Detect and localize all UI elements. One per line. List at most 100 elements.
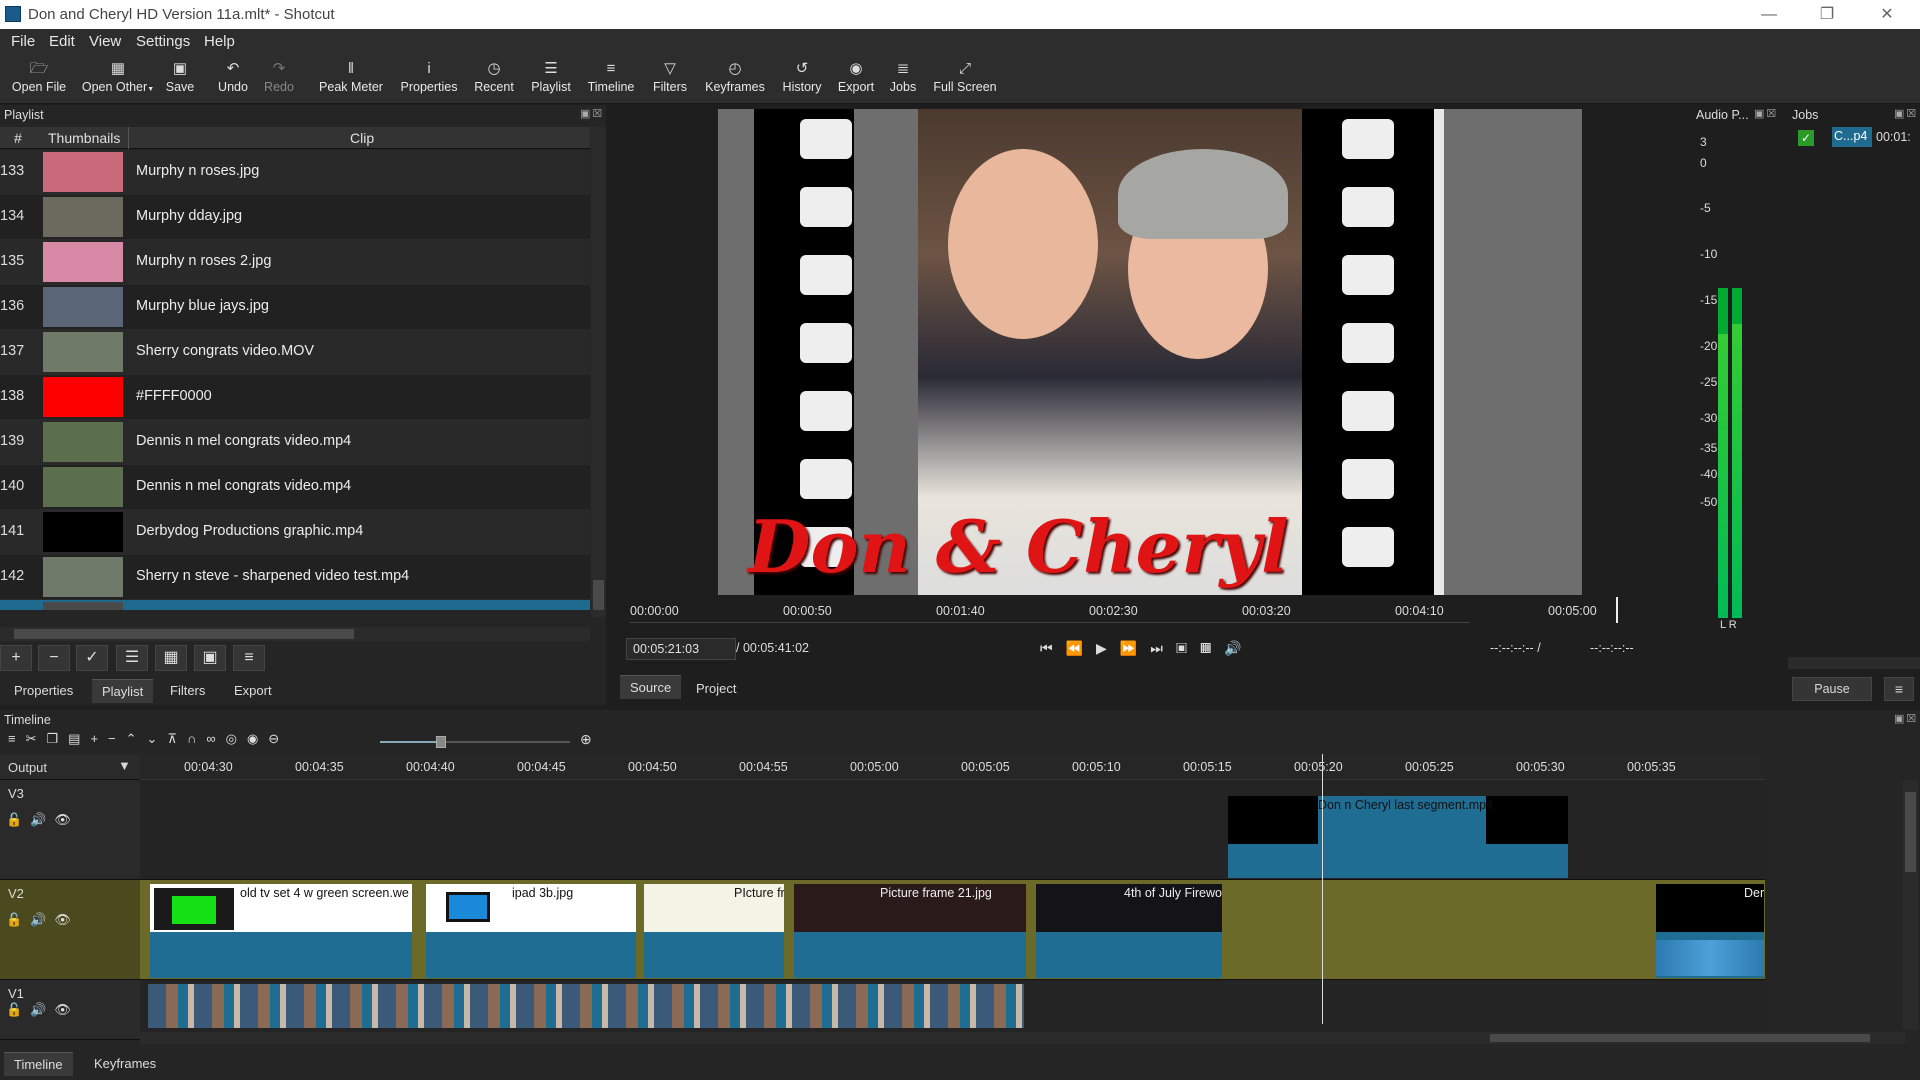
column-clip[interactable]: Clip — [350, 130, 374, 146]
eye-icon[interactable]: 👁 — [54, 912, 79, 927]
playlist-vertical-scrollbar[interactable] — [591, 127, 606, 617]
tab-playlist[interactable]: Playlist — [92, 679, 154, 703]
tab-timeline[interactable]: Timeline — [4, 1052, 73, 1076]
tab-source[interactable]: Source — [620, 675, 682, 699]
timeline-playhead[interactable] — [1322, 754, 1323, 1024]
ripple-icon[interactable]: ◎ — [226, 731, 247, 746]
skip-previous-icon[interactable]: ⏮ — [1040, 640, 1066, 656]
close-button[interactable]: ✕ — [1864, 3, 1910, 27]
lift-icon[interactable]: ⌃ — [126, 731, 147, 746]
zoom-out-icon[interactable]: ⊖ — [268, 731, 289, 746]
tiles-view-icon[interactable]: ▦ — [155, 645, 187, 671]
timeline-button[interactable]: ≡ Timeline — [586, 58, 636, 94]
append-icon[interactable]: + — [90, 731, 108, 746]
viewer-ruler[interactable]: 00:00:00 00:00:50 00:01:40 00:02:30 00:03:20… — [630, 597, 1618, 623]
paste-icon[interactable]: ▤ — [68, 731, 90, 746]
export-button[interactable]: ◉ Export — [836, 58, 876, 94]
zoom-slider[interactable] — [380, 736, 570, 748]
playlist-row[interactable]: 135 Murphy n roses 2.jpg — [0, 240, 590, 285]
history-button[interactable]: ↺ History — [780, 58, 824, 94]
open-other-button[interactable]: ▦ Open Other▼ — [81, 58, 155, 94]
redo-button[interactable]: ↷ Redo — [262, 58, 296, 94]
copy-icon[interactable]: ❐ — [47, 731, 69, 746]
v1-clip-thumbnail-strip[interactable] — [148, 984, 1024, 1028]
lock-icon[interactable]: 🔓 — [6, 1002, 30, 1017]
rewind-icon[interactable]: ⏪ — [1066, 640, 1096, 656]
grid-icon[interactable]: ▦ — [1200, 640, 1224, 656]
menu-view[interactable]: View — [89, 29, 121, 50]
playlist-row[interactable]: 139 Dennis n mel congrats video.mp4 — [0, 420, 590, 465]
tab-properties[interactable]: Properties — [4, 679, 83, 702]
fast-forward-icon[interactable]: ⏩ — [1120, 640, 1150, 656]
keyframes-button[interactable]: ◴ Keyframes — [704, 58, 766, 94]
cut-icon[interactable]: ✂ — [26, 731, 47, 746]
timeline-clip[interactable]: 4th of July Firewo — [1036, 884, 1222, 978]
video-preview[interactable]: Don & Cheryl — [718, 109, 1582, 595]
undo-button[interactable]: ↶ Undo — [216, 58, 250, 94]
playlist-row[interactable]: 140 Dennis n mel congrats video.mp4 — [0, 465, 590, 510]
panel-float-close-icons[interactable]: ▣☒ — [580, 107, 604, 120]
timeline-menu-icon[interactable]: ≡ — [8, 731, 26, 746]
timeline-clip[interactable]: PIcture fr — [644, 884, 784, 978]
jobs-menu-icon[interactable]: ≡ — [1884, 677, 1914, 701]
overwrite-icon[interactable]: ⌄ — [147, 731, 168, 746]
lock-icon[interactable]: 🔓 — [6, 912, 30, 927]
column-thumbnails[interactable]: Thumbnails — [48, 130, 120, 146]
menu-icon[interactable]: ≡ — [233, 645, 265, 671]
track-header-v1[interactable]: V1 🔓🔊👁 — [0, 980, 140, 1040]
playlist-row[interactable]: 142 Sherry n steve - sharpened video test… — [0, 555, 590, 600]
jobs-button[interactable]: ≣ Jobs — [888, 58, 918, 94]
properties-button[interactable]: i Properties — [398, 58, 460, 94]
ripple-all-icon[interactable]: ◉ — [247, 731, 268, 746]
eye-icon[interactable]: 👁 — [54, 1002, 79, 1017]
checkmark-icon[interactable]: ✓ — [76, 645, 108, 671]
add-icon[interactable]: + — [0, 645, 32, 671]
volume-icon[interactable]: 🔊 — [1224, 640, 1254, 656]
tab-export[interactable]: Export — [224, 679, 282, 702]
snap-icon[interactable]: ∩ — [187, 731, 206, 746]
playlist-horizontal-scrollbar[interactable] — [0, 627, 590, 641]
timeline-ruler[interactable]: 00:04:30 00:04:35 00:04:40 00:04:45 00:04:50… — [140, 754, 1765, 780]
scrollbar-thumb[interactable] — [593, 580, 604, 610]
panel-float-close-icons[interactable]: ▣☒ — [1894, 712, 1918, 725]
timeline-horizontal-scrollbar[interactable] — [140, 1032, 1905, 1044]
peak-meter-button[interactable]: ‖ Peak Meter — [316, 58, 386, 94]
remove-icon[interactable]: − — [108, 731, 126, 746]
scrollbar-thumb[interactable] — [1905, 792, 1916, 872]
track-header-v3[interactable]: V3 🔓🔊👁 — [0, 780, 140, 880]
scrollbar-thumb[interactable] — [14, 629, 354, 639]
playhead-marker[interactable] — [1616, 597, 1618, 623]
skip-next-icon[interactable]: ⏭ — [1150, 640, 1176, 656]
zoom-in-icon[interactable]: ⊕ — [580, 731, 592, 748]
filter-icon[interactable]: ▼ — [118, 758, 131, 773]
remove-icon[interactable]: − — [38, 645, 70, 671]
tab-project[interactable]: Project — [686, 677, 746, 700]
icons-view-icon[interactable]: ▣ — [194, 645, 226, 671]
scrub-icon[interactable]: ∞ — [206, 731, 225, 746]
split-icon[interactable]: ⊼ — [167, 731, 187, 746]
menu-help[interactable]: Help — [204, 29, 235, 50]
timeline-clip[interactable]: old tv set 4 w green screen.we — [150, 884, 412, 978]
panel-float-close-icons[interactable]: ▣☒ — [1754, 107, 1778, 120]
open-file-button[interactable]: 🗁 Open File — [10, 58, 68, 94]
playlist-button[interactable]: ☰ Playlist — [529, 58, 573, 94]
details-view-icon[interactable]: ☰ — [116, 645, 148, 671]
mute-icon[interactable]: 🔊 — [30, 912, 54, 927]
scrollbar-thumb[interactable] — [1490, 1034, 1870, 1042]
minimize-button[interactable]: — — [1746, 3, 1792, 27]
tab-filters[interactable]: Filters — [160, 679, 215, 702]
menu-file[interactable]: File — [11, 29, 35, 50]
playlist-row[interactable]: 137 Sherry congrats video.MOV — [0, 330, 590, 375]
mute-icon[interactable]: 🔊 — [30, 812, 54, 827]
jobs-horizontal-scrollbar[interactable] — [1788, 657, 1920, 669]
zoom-icon[interactable]: ▣ — [1176, 640, 1200, 656]
timeline-clip[interactable]: Der — [1656, 884, 1764, 978]
playlist-row[interactable]: 136 Murphy blue jays.jpg — [0, 285, 590, 330]
menu-settings[interactable]: Settings — [136, 29, 190, 50]
recent-button[interactable]: ◷ Recent — [472, 58, 516, 94]
zoom-slider-handle[interactable] — [435, 736, 446, 748]
tab-keyframes[interactable]: Keyframes — [84, 1052, 166, 1075]
track-header-v2[interactable]: V2 🔓🔊👁 — [0, 880, 140, 980]
job-name[interactable]: C...p4 — [1832, 127, 1872, 147]
lock-icon[interactable]: 🔓 — [6, 812, 30, 827]
